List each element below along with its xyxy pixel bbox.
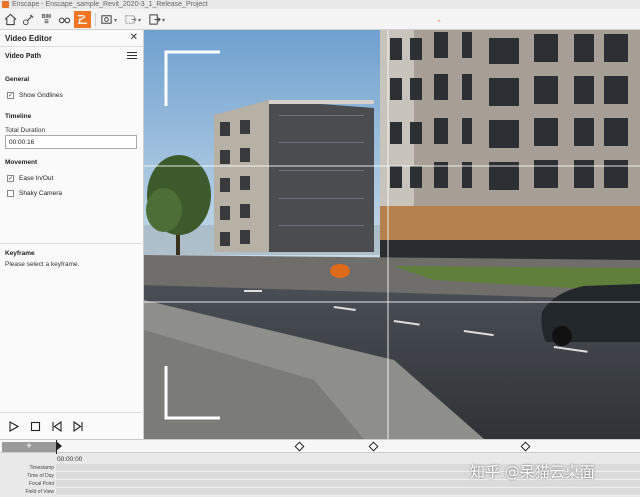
skip-to-start-icon[interactable] bbox=[51, 421, 62, 432]
close-icon[interactable]: ✕ bbox=[130, 32, 138, 43]
video-path-row: Video Path bbox=[0, 47, 143, 65]
keyframe-diamond[interactable] bbox=[520, 441, 531, 452]
window-title: Enscape - Enscape_sample_Revit_2020-3_1_… bbox=[12, 1, 208, 8]
playhead-marker-icon[interactable] bbox=[56, 441, 62, 451]
divider bbox=[0, 243, 144, 244]
general-heading: General bbox=[5, 76, 30, 83]
total-duration-label: Total Duration bbox=[5, 127, 46, 134]
row-label: Field of View bbox=[25, 489, 54, 495]
shaky-camera-checkbox[interactable]: Shaky Camera bbox=[7, 190, 62, 197]
playback-controls bbox=[0, 412, 144, 439]
add-keyframe-button[interactable]: + bbox=[2, 442, 56, 452]
video-editor-icon[interactable] bbox=[74, 11, 91, 28]
upload-icon[interactable] bbox=[146, 11, 163, 28]
toolbar-separator bbox=[95, 13, 96, 26]
timeline-row: Field of View bbox=[0, 488, 640, 496]
chevron-down-icon[interactable]: ▾ bbox=[138, 17, 141, 24]
play-icon[interactable] bbox=[8, 421, 19, 432]
screenshot-icon[interactable] bbox=[98, 11, 115, 28]
vr-headset-icon[interactable] bbox=[56, 11, 73, 28]
video-path-label: Video Path bbox=[5, 53, 42, 60]
chevron-down-icon[interactable]: ▾ bbox=[114, 17, 117, 24]
row-label: Focal Point bbox=[28, 481, 54, 487]
row-label: Timestamp bbox=[29, 465, 54, 471]
video-editor-panel: Video Editor ✕ Video Path General ✓ Show… bbox=[0, 30, 144, 439]
keyframe-diamond[interactable] bbox=[368, 441, 379, 452]
panel-header: Video Editor ✕ bbox=[0, 30, 143, 47]
movement-heading: Movement bbox=[5, 159, 38, 166]
checkbox-unchecked-icon[interactable] bbox=[7, 190, 14, 197]
show-gridlines-label: Show Gridlines bbox=[19, 92, 63, 99]
watermark: 知乎 @呆猫云桌面 bbox=[470, 463, 595, 481]
keyframe-diamond[interactable] bbox=[294, 441, 305, 452]
home-icon[interactable] bbox=[2, 11, 19, 28]
export-icon[interactable] bbox=[122, 11, 139, 28]
current-time: 00:00:00 bbox=[57, 456, 83, 463]
show-gridlines-checkbox[interactable]: ✓ Show Gridlines bbox=[7, 92, 63, 99]
toolbar: BIM ☰ ▾ ▾ ▾ bbox=[0, 9, 640, 30]
bim-mode-button[interactable]: BIM ☰ bbox=[38, 11, 55, 28]
rendered-scene bbox=[144, 30, 640, 439]
timeline-heading: Timeline bbox=[5, 113, 32, 120]
ease-in-out-checkbox[interactable]: ✓ Ease In/Out bbox=[7, 175, 53, 182]
chevron-down-icon[interactable]: ▾ bbox=[162, 17, 165, 24]
panel-title: Video Editor bbox=[5, 34, 52, 43]
row-label: Time of Day bbox=[27, 473, 54, 479]
checkbox-checked-icon[interactable]: ✓ bbox=[7, 92, 14, 99]
keyframe-heading: Keyframe bbox=[5, 250, 35, 257]
render-viewport[interactable] bbox=[144, 30, 640, 439]
checkbox-checked-icon[interactable]: ✓ bbox=[7, 175, 14, 182]
collapse-toolbar-icon[interactable]: ⌃ bbox=[436, 19, 442, 27]
title-bar: Enscape - Enscape_sample_Revit_2020-3_1_… bbox=[0, 0, 640, 9]
timeline-track[interactable]: + bbox=[0, 439, 640, 454]
skip-to-end-icon[interactable] bbox=[73, 421, 84, 432]
bim-label: BIM bbox=[41, 13, 52, 20]
total-duration-input[interactable]: 00:00:16 bbox=[5, 135, 137, 149]
ease-in-out-label: Ease In/Out bbox=[19, 175, 54, 182]
hamburger-menu-icon[interactable] bbox=[127, 52, 137, 61]
shaky-camera-label: Shaky Camera bbox=[19, 190, 62, 197]
asset-library-icon[interactable] bbox=[20, 11, 37, 28]
enscape-logo-icon bbox=[2, 1, 9, 8]
stop-icon[interactable] bbox=[30, 421, 41, 432]
grey-building bbox=[214, 100, 374, 252]
keyframe-message: Please select a keyframe. bbox=[5, 261, 80, 268]
